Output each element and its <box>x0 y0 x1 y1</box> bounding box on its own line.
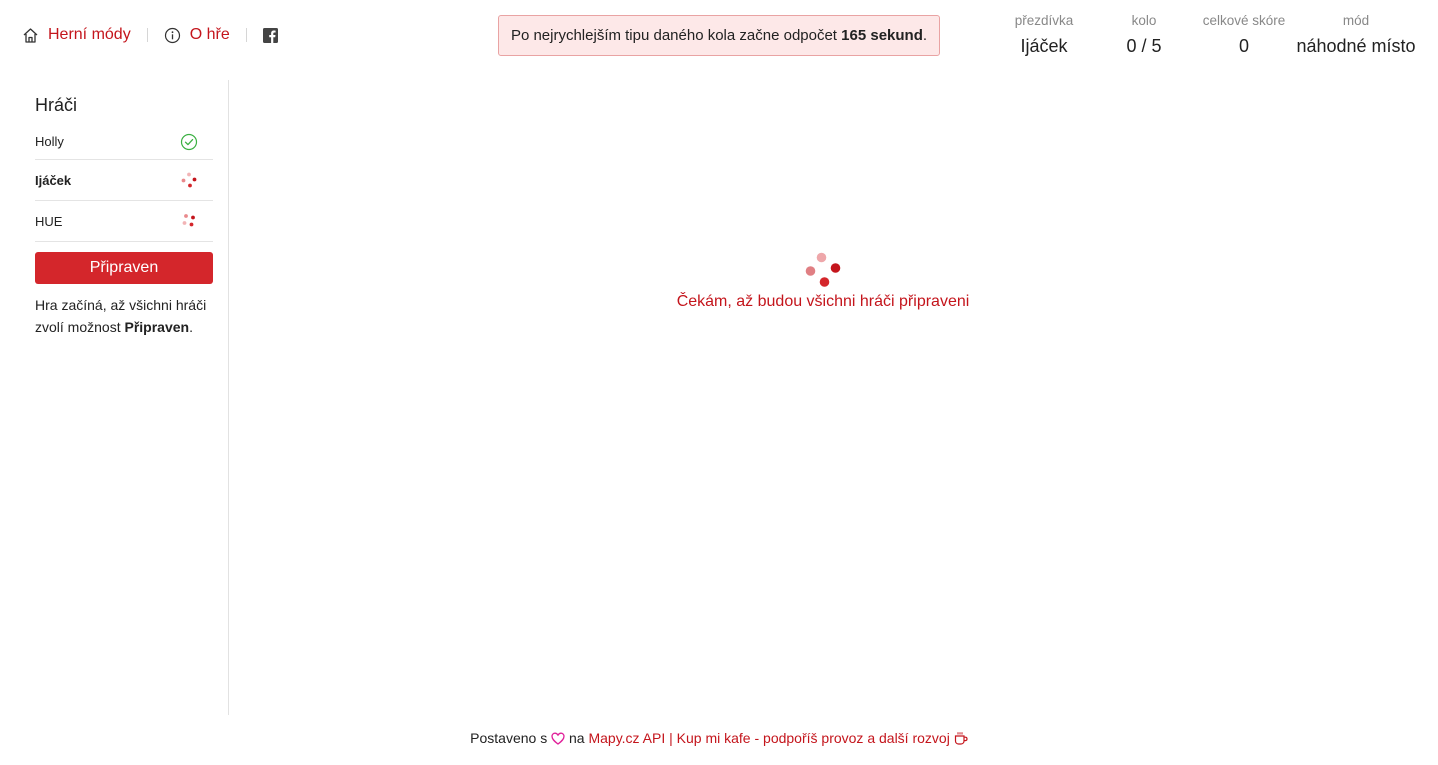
stat-round-value: 0 / 5 <box>1126 36 1162 56</box>
loading-spinner-icon <box>802 250 842 290</box>
stat-nickname-value: Ijáček <box>1020 36 1068 56</box>
notice-text: Po nejrychlejším tipu daného kola začne … <box>510 27 928 44</box>
footer: Postaveno s na Mapy.cz API | Kup mi kafe… <box>0 730 1438 748</box>
facebook-icon[interactable] <box>262 27 278 43</box>
players-sidebar: Hráči Holly Ijáček HUE Připraven Hra zač… <box>0 80 229 715</box>
countdown-notice: Po nejrychlejším tipu daného kola začne … <box>498 15 940 56</box>
stat-score-label: celkové skóre <box>1202 13 1286 28</box>
check-circle-icon <box>180 133 198 151</box>
top-nav: Herní módy O hře <box>22 24 278 46</box>
home-icon <box>22 27 39 44</box>
player-row: Ijáček <box>35 160 213 201</box>
hint-ready-emphasis: Připraven <box>124 319 190 335</box>
player-list: Holly Ijáček HUE <box>35 124 213 242</box>
stat-score-value: 0 <box>1238 36 1249 56</box>
loading-spinner-icon <box>180 212 198 230</box>
notice-countdown: 165 sekund <box>841 27 923 44</box>
coffee-cup-icon[interactable] <box>954 731 968 748</box>
player-name: HUE <box>35 213 63 229</box>
stat-nickname-label: přezdívka <box>1014 13 1074 28</box>
ready-hint: Hra začíná, až všichni hráči zvolí možno… <box>35 297 207 335</box>
stat-round-label: kolo <box>1131 13 1157 28</box>
game-stats: přezdívka Ijáček kolo 0 / 5 celkové skór… <box>994 12 1416 57</box>
header: Herní módy O hře Po nejrychlejším tipu d… <box>0 0 1438 72</box>
stat-score: celkové skóre 0 <box>1194 12 1294 57</box>
stat-nickname: přezdívka Ijáček <box>994 12 1094 57</box>
info-icon <box>164 27 181 44</box>
player-name: Ijáček <box>35 172 72 188</box>
stat-mode-value: náhodné místo <box>1296 36 1416 56</box>
nav-about-link[interactable]: O hře <box>164 26 230 44</box>
footer-on-text: na <box>565 730 589 746</box>
nav-game-modes-link[interactable]: Herní módy <box>22 26 131 44</box>
footer-separator: | <box>665 730 677 746</box>
loading-spinner-icon <box>180 171 198 189</box>
players-title: Hráči <box>35 95 78 115</box>
heart-icon <box>551 732 565 748</box>
nav-about-label: O hře <box>189 26 230 43</box>
stat-mode-label: mód <box>1342 13 1370 28</box>
page: Herní módy O hře Po nejrychlejším tipu d… <box>0 0 1438 765</box>
player-name: Holly <box>35 134 64 149</box>
nav-divider <box>146 28 148 42</box>
buy-coffee-link[interactable]: Kup mi kafe - podpoříš provoz a další ro… <box>677 730 950 746</box>
main-area: Čekám, až budou všichni hráči připraveni <box>230 80 1438 715</box>
footer-built-text: Postaveno s <box>470 730 552 746</box>
ready-button[interactable]: Připraven <box>35 252 213 284</box>
player-row: HUE <box>35 201 213 242</box>
mapy-api-link[interactable]: Mapy.cz API <box>588 730 665 746</box>
sidebar-content: Hráči Holly Ijáček HUE Připraven Hra zač… <box>35 80 213 338</box>
player-row: Holly <box>35 124 213 160</box>
nav-divider <box>245 28 247 42</box>
nav-game-modes-label: Herní módy <box>48 26 131 43</box>
stat-mode: mód náhodné místo <box>1296 12 1416 57</box>
stat-round: kolo 0 / 5 <box>1094 12 1194 57</box>
waiting-message: Čekám, až budou všichni hráči připraveni <box>676 293 970 310</box>
